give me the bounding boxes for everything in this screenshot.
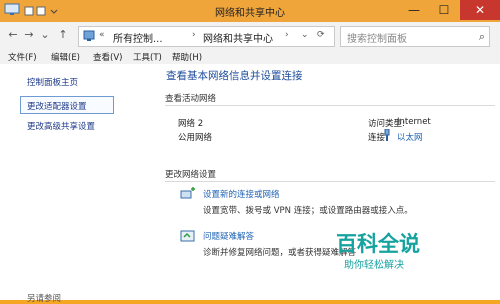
divider bbox=[165, 181, 495, 182]
network-sharing-center-window: 网络和共享中心 — ☐ ✕ ← → ⌄ ↑ « 所有控制... › 网络和共享中… bbox=[0, 0, 500, 304]
title-bar: 网络和共享中心 — ☐ ✕ bbox=[0, 0, 500, 23]
breadcrumb-overflow[interactable]: « bbox=[99, 30, 105, 40]
network-type-link[interactable]: 公用网络 bbox=[178, 131, 212, 143]
troubleshoot-icon bbox=[180, 230, 195, 242]
recent-chevron-down-icon[interactable]: ⌄ bbox=[38, 28, 52, 42]
troubleshoot-problems-link[interactable]: 问题疑难解答 bbox=[203, 230, 254, 242]
breadcrumb-network-center[interactable]: 网络和共享中心 bbox=[203, 30, 273, 45]
back-arrow-icon[interactable]: ← bbox=[6, 28, 20, 42]
menu-tools[interactable]: 工具(T) bbox=[133, 51, 162, 63]
search-input[interactable]: 搜索控制面板 ⌕ bbox=[340, 26, 490, 47]
setup-new-connection-link[interactable]: 设置新的连接或网络 bbox=[203, 188, 280, 200]
main-content: 查看基本网络信息并设置连接 查看活动网络 网络 2 公用网络 访问类型: Int… bbox=[160, 64, 500, 300]
close-button[interactable]: ✕ bbox=[460, 0, 500, 20]
menu-help[interactable]: 帮助(H) bbox=[172, 51, 202, 63]
refresh-icon[interactable]: ⟳ bbox=[317, 30, 325, 40]
troubleshoot-description: 诊断并修复网络问题，或者获得疑难解答 bbox=[203, 248, 357, 258]
maximize-button[interactable]: ☐ bbox=[430, 0, 458, 20]
forward-arrow-icon[interactable]: → bbox=[22, 28, 36, 42]
divider bbox=[165, 105, 495, 106]
sidebar: 控制面板主页 更改适配器设置 更改高级共享设置 另请参阅 bbox=[0, 64, 160, 304]
new-connection-icon bbox=[180, 187, 195, 199]
network-name: 网络 2 bbox=[178, 119, 204, 129]
watermark-logo: 百科全说 bbox=[336, 232, 420, 256]
minimize-button[interactable]: — bbox=[400, 0, 428, 20]
menu-bar: 文件(F) 编辑(E) 查看(V) 工具(T) 帮助(H) bbox=[0, 49, 500, 65]
menu-edit[interactable]: 编辑(E) bbox=[51, 51, 80, 63]
menu-file[interactable]: 文件(F) bbox=[8, 51, 37, 63]
ethernet-icon bbox=[384, 129, 390, 141]
breadcrumb-separator-icon[interactable]: › bbox=[285, 30, 289, 40]
control-panel-icon bbox=[83, 30, 95, 41]
page-title: 查看基本网络信息并设置连接 bbox=[166, 70, 303, 82]
setup-new-connection-description: 设置宽带、拨号或 VPN 连接；或设置路由器或接入点。 bbox=[203, 206, 413, 216]
menu-view[interactable]: 查看(V) bbox=[93, 51, 122, 63]
change-network-settings-title: 更改网络设置 bbox=[165, 170, 217, 180]
up-arrow-icon[interactable]: ↑ bbox=[56, 28, 70, 42]
sidebar-item-advanced-sharing-settings[interactable]: 更改高级共享设置 bbox=[27, 120, 95, 132]
address-row: ← → ⌄ ↑ « 所有控制... › 网络和共享中心 › ⌄ ⟳ 搜索控制面板… bbox=[0, 22, 500, 49]
breadcrumb-separator-icon[interactable]: › bbox=[192, 30, 196, 40]
sidebar-item-control-panel-home[interactable]: 控制面板主页 bbox=[27, 76, 78, 88]
breadcrumb-control-panel[interactable]: 所有控制... bbox=[113, 30, 163, 45]
address-dropdown-chevron-down-icon[interactable]: ⌄ bbox=[301, 30, 309, 40]
search-icon[interactable]: ⌕ bbox=[479, 30, 485, 44]
access-type-value: Internet bbox=[397, 117, 431, 127]
sidebar-item-change-adapter-settings[interactable]: 更改适配器设置 bbox=[27, 100, 87, 112]
ethernet-connection-link[interactable]: 以太网 bbox=[397, 131, 423, 143]
search-placeholder: 搜索控制面板 bbox=[347, 34, 407, 45]
active-networks-title: 查看活动网络 bbox=[165, 94, 217, 104]
address-bar[interactable]: « 所有控制... › 网络和共享中心 › ⌄ ⟳ bbox=[78, 26, 335, 47]
sidebar-see-also: 另请参阅 bbox=[27, 294, 62, 304]
watermark-tagline: 助你轻松解决 bbox=[344, 260, 404, 271]
